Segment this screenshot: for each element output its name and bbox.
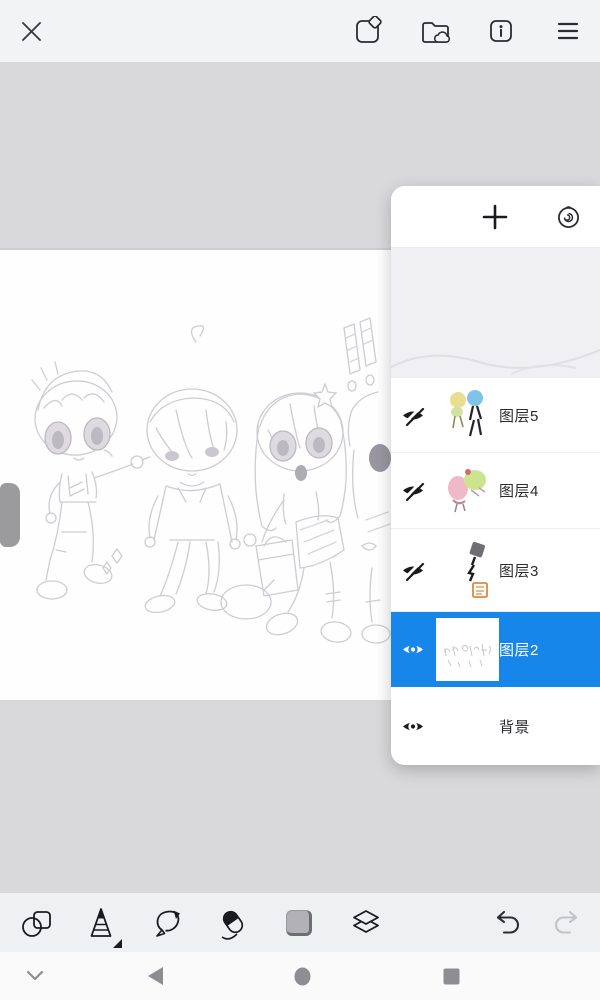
layer2-visibility-toggle[interactable] [391,639,435,660]
eye-off-icon [403,405,425,426]
cloud-folder-icon [422,21,451,43]
layer5-thumbnail [435,386,499,444]
system-navbar [0,952,600,1000]
gallery-button[interactable] [416,11,456,51]
layer-name: 图层4 [499,483,539,500]
recents-square-icon [443,968,459,984]
eye-on-icon [403,721,423,731]
layer-name: 图层2 [499,642,539,659]
add-layer-button[interactable] [475,197,515,237]
brush-tool-icon [90,907,112,937]
menu-icon [557,22,579,40]
shape-tool-icon [22,910,51,937]
layers-panel-scroll-area[interactable] [391,248,600,378]
layer2-thumbnail [435,618,499,681]
home-button[interactable] [280,954,324,998]
close-icon [21,21,41,41]
collapse-nav-button[interactable] [13,954,57,998]
background-visibility-toggle[interactable] [391,716,435,737]
layer-row-background[interactable]: 背景 [391,687,600,765]
layer-row-3[interactable]: 图层3 [391,529,600,612]
layer-row-4[interactable]: 图层4 [391,453,600,529]
info-button[interactable] [481,11,521,51]
current-color-swatch [286,909,312,936]
redo-icon [555,910,578,934]
eye-on-icon [403,644,423,655]
layer-options-spiral-icon [557,206,579,229]
home-circle-icon [294,967,310,985]
scrolled-layer-preview [391,349,600,375]
layer-name: 背景 [499,718,531,736]
lasso-tool-button[interactable] [144,900,190,946]
layer4-visibility-toggle[interactable] [391,480,435,501]
brush-tool-button[interactable] [78,900,124,948]
back-button[interactable] [133,954,177,998]
menu-button[interactable] [548,11,588,51]
eraser-tool-button[interactable] [210,900,256,946]
eye-off-icon [403,560,425,581]
layer-row-5[interactable]: 图层5 [391,378,600,453]
color-swatch-button[interactable] [276,900,322,946]
plus-icon [482,204,508,229]
redo-button[interactable] [543,900,589,946]
layer3-thumbnail [435,539,499,601]
layer5-visibility-toggle[interactable] [391,405,435,426]
close-button[interactable] [11,11,51,51]
chevron-down-icon [26,970,44,981]
eraser-tool-icon [221,910,244,940]
recents-button[interactable] [429,954,473,998]
layer4-thumbnail [435,464,499,518]
top-toolbar [0,0,600,62]
layer3-visibility-toggle[interactable] [391,560,435,581]
shape-tool-button[interactable] [14,900,60,946]
layers-tool-button[interactable] [343,900,389,946]
layer-name: 图层5 [499,407,539,425]
info-icon [490,20,512,42]
export-button[interactable] [348,11,388,51]
undo-button[interactable] [485,900,531,946]
side-panel-handle[interactable] [0,483,20,547]
lasso-tool-icon [156,910,180,937]
layers-panel-header [391,186,600,248]
tools-toolbar [0,893,600,952]
brush-options-corner-marker [113,938,122,948]
layers-tool-icon [353,909,379,933]
export-document-icon [356,16,382,43]
eye-off-icon [403,480,425,501]
layers-panel: 图层5 图层4 图层3 图层2 背景 [391,186,600,765]
layer-name: 图层3 [499,562,539,580]
back-triangle-icon [147,967,163,985]
app-screen: 图层5 图层4 图层3 图层2 背景 [0,0,600,1000]
undo-icon [496,910,519,934]
layer-row-2-selected[interactable]: 图层2 [391,612,600,687]
layer-options-button[interactable] [548,197,588,237]
